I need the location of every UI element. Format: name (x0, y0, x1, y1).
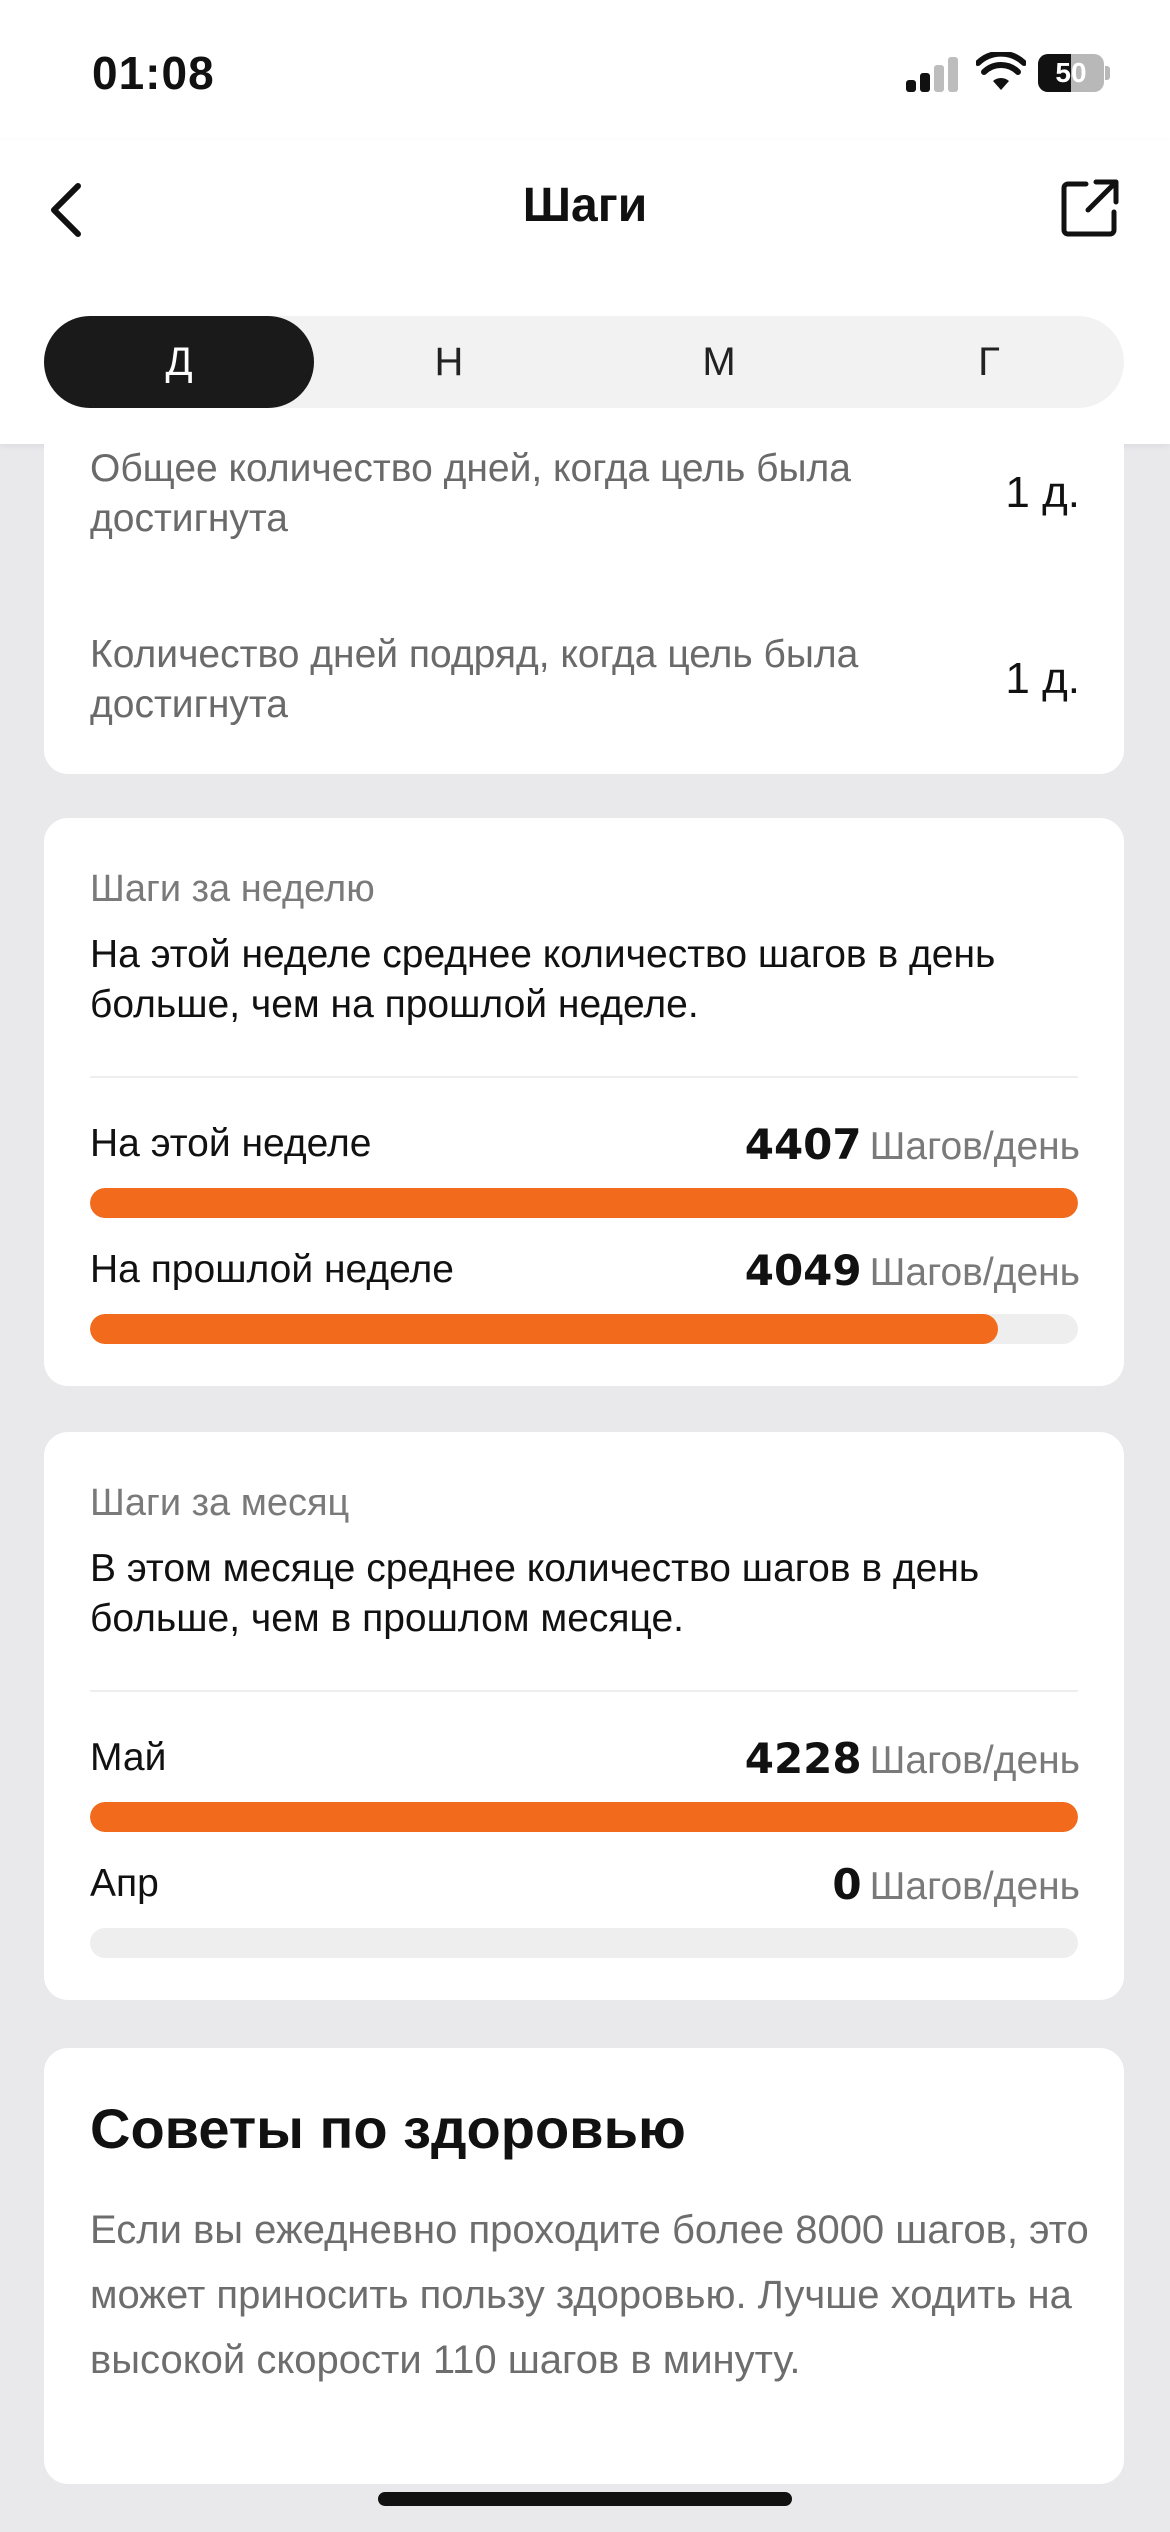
this-week-value: 4407 Шагов/день (744, 1120, 1080, 1169)
share-export-icon[interactable] (1058, 176, 1122, 240)
goal-stats-card: Общее количество дней, когда цель была д… (44, 444, 1124, 774)
tab-year[interactable]: Г (854, 316, 1124, 408)
current-month-label: Май (90, 1736, 167, 1779)
status-time: 01:08 (92, 47, 215, 99)
last-week-label: На прошлой неделе (90, 1248, 454, 1291)
cellular-signal-icon (906, 56, 960, 92)
weekly-steps-card: Шаги за неделю На этой неделе среднее ко… (44, 818, 1124, 1386)
battery-icon: 50 (1038, 54, 1110, 92)
divider (90, 1076, 1078, 1078)
health-tips-card: Советы по здоровью Если вы ежедневно про… (44, 2048, 1124, 2484)
health-tips-text: Если вы ежедневно проходите более 8000 ш… (90, 2208, 1089, 2382)
previous-month-bar (90, 1928, 1078, 1958)
current-month-bar (90, 1802, 1078, 1832)
tab-week[interactable]: Н (314, 316, 584, 408)
last-week-bar (90, 1314, 1078, 1344)
home-indicator (378, 2492, 792, 2506)
health-tips-title: Советы по здоровью (90, 2097, 686, 2160)
previous-month-label: Апр (90, 1862, 159, 1905)
previous-month-value: 0 Шагов/день (832, 1860, 1080, 1909)
monthly-description: В этом месяце среднее количество шагов в… (90, 1547, 980, 1640)
divider (90, 1690, 1078, 1692)
streak-goal-days-label: Количество дней подряд, когда цель была … (90, 633, 859, 726)
period-tabs: Д Н М Г (44, 316, 1124, 408)
this-week-label: На этой неделе (90, 1122, 372, 1165)
this-week-bar (90, 1188, 1078, 1218)
total-goal-days-label: Общее количество дней, когда цель была д… (90, 447, 851, 540)
header: Шаги Д Н М Г (0, 140, 1170, 444)
last-week-value: 4049 Шагов/день (744, 1246, 1080, 1295)
tab-day[interactable]: Д (44, 316, 314, 408)
weekly-caption: Шаги за неделю (90, 868, 375, 910)
monthly-steps-card: Шаги за месяц В этом месяце среднее коли… (44, 1432, 1124, 2000)
streak-goal-days-value: 1 д. (1005, 654, 1080, 703)
status-bar: 01:08 50 (0, 0, 1170, 140)
monthly-caption: Шаги за месяц (90, 1482, 350, 1524)
wifi-icon (976, 52, 1026, 90)
current-month-value: 4228 Шагов/день (744, 1734, 1080, 1783)
weekly-description: На этой неделе среднее количество шагов … (90, 933, 996, 1026)
tab-month[interactable]: М (584, 316, 854, 408)
total-goal-days-value: 1 д. (1005, 468, 1080, 517)
battery-level: 50 (1055, 57, 1087, 88)
page-title: Шаги (522, 179, 648, 232)
